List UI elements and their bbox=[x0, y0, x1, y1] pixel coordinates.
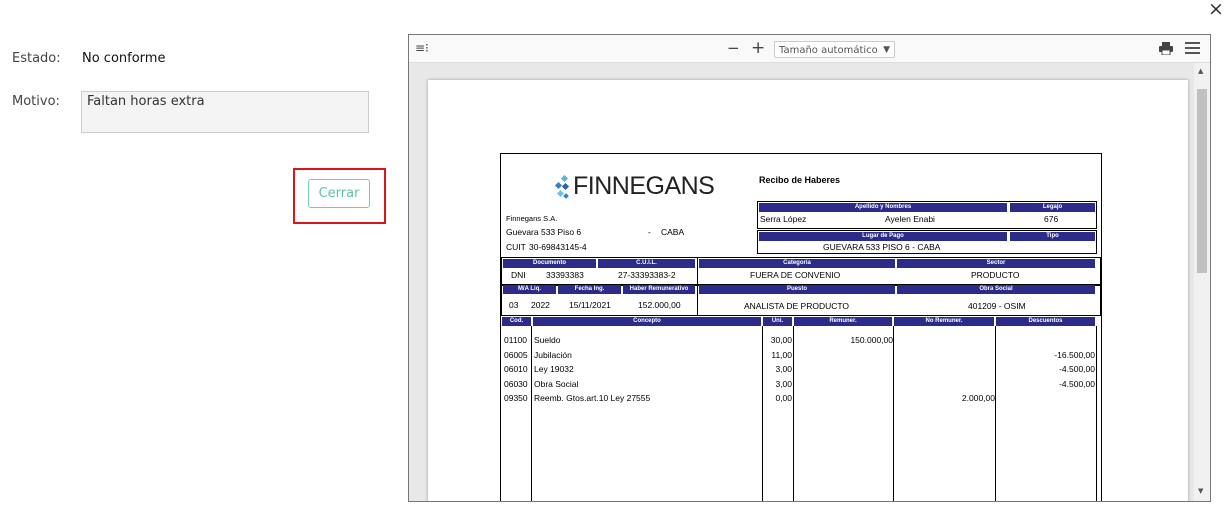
fecha-ingreso: 15/11/2021 bbox=[569, 300, 611, 310]
chevron-down-icon: ▼ bbox=[883, 45, 890, 55]
divider bbox=[531, 326, 532, 501]
header-fecha: Fecha Ing. bbox=[558, 285, 621, 294]
nombre: Ayelen Enabi bbox=[885, 214, 935, 224]
motivo-field[interactable]: Faltan horas extra bbox=[81, 91, 369, 133]
sector: PRODUCTO bbox=[971, 270, 1020, 280]
cell-cod: 06030 bbox=[504, 378, 528, 389]
cuit-value: 30-69843145-4 bbox=[529, 242, 587, 252]
receipt-title: Recibo de Haberes bbox=[759, 175, 841, 185]
print-icon[interactable] bbox=[1159, 42, 1173, 55]
header-sector: Sector bbox=[897, 259, 1095, 268]
menu-icon[interactable] bbox=[1185, 42, 1200, 54]
cell-cod: 06010 bbox=[504, 364, 528, 374]
pdf-page: FINNEGANS Recibo de Haberes Finnegans S.… bbox=[428, 80, 1188, 501]
header-haber: Haber Remunerativo bbox=[623, 285, 695, 294]
scroll-down-icon[interactable]: ▼ bbox=[1198, 487, 1203, 495]
company-name: Finnegans S.A. bbox=[506, 214, 558, 223]
cell-uni: 30,00 bbox=[770, 335, 792, 345]
categoria: FUERA DE CONVENIO bbox=[750, 270, 841, 280]
header-categoria: Categoría bbox=[699, 259, 895, 268]
col-remuner: Remuner. bbox=[794, 317, 892, 326]
anio: 2022 bbox=[531, 300, 550, 310]
cell-concepto: Sueldo bbox=[534, 335, 561, 345]
estado-label: Estado: bbox=[12, 51, 61, 66]
sidebar-toggle-icon[interactable]: ≡⁝ bbox=[415, 35, 429, 62]
cerrar-button[interactable]: Cerrar bbox=[308, 179, 370, 208]
col-descuentos: Descuentos bbox=[996, 317, 1095, 326]
lugar: GUEVARA 533 PISO 6 - CABA bbox=[823, 242, 941, 252]
header-puesto: Puesto bbox=[699, 285, 895, 294]
scroll-up-icon[interactable]: ▲ bbox=[1198, 67, 1203, 75]
header-apellido: Apellido y Nombres bbox=[759, 203, 1007, 212]
doc-tipo: DNI bbox=[511, 270, 526, 280]
company-city: CABA bbox=[661, 227, 685, 237]
doc-num: 33393383 bbox=[546, 270, 584, 280]
finnegans-logo-icon bbox=[554, 174, 570, 199]
cuil: 27-33393383-2 bbox=[618, 270, 676, 280]
divider bbox=[893, 326, 894, 501]
col-noremuner: No Remuner. bbox=[894, 317, 994, 326]
header-legajo: Legajo bbox=[1010, 203, 1095, 212]
cell-cod: 09350 bbox=[504, 393, 528, 403]
payslip: FINNEGANS Recibo de Haberes Finnegans S.… bbox=[500, 153, 1102, 501]
brand-name: FINNEGANS bbox=[573, 172, 715, 200]
legajo: 676 bbox=[1044, 214, 1059, 224]
col-uni: Uni. bbox=[763, 317, 792, 326]
header-documento: Documento bbox=[503, 259, 596, 268]
cell-desc: -16.500,00 bbox=[1054, 349, 1095, 360]
scroll-thumb[interactable] bbox=[1197, 89, 1207, 273]
pdf-viewer: ≡⁝ − + Tamaño automático ▼ FINNEGANS Rec… bbox=[408, 34, 1211, 502]
divider bbox=[793, 326, 794, 501]
mes: 03 bbox=[509, 300, 519, 310]
address-dash: - bbox=[648, 227, 651, 237]
zoom-out-icon[interactable]: − bbox=[727, 35, 740, 62]
cell-norem: 2.000,00 bbox=[961, 393, 995, 403]
divider bbox=[1096, 326, 1097, 501]
cell-concepto: Ley 19032 bbox=[534, 364, 574, 374]
cell-concepto: Obra Social bbox=[534, 378, 579, 389]
cell-rem: 150.000,00 bbox=[850, 335, 893, 345]
company-address: Guevara 533 Piso 6 bbox=[506, 227, 582, 237]
apellido: Serra López bbox=[760, 214, 807, 224]
divider bbox=[995, 326, 996, 501]
cell-uni: 3,00 bbox=[775, 364, 792, 374]
page-area[interactable]: FINNEGANS Recibo de Haberes Finnegans S.… bbox=[409, 63, 1194, 501]
motivo-label: Motivo: bbox=[12, 94, 60, 109]
cell-cod: 01100 bbox=[504, 335, 528, 345]
cell-cod: 06005 bbox=[504, 349, 528, 360]
cell-concepto: Reemb. Gtos.art.10 Ley 27555 bbox=[534, 393, 651, 403]
zoom-in-icon[interactable]: + bbox=[751, 35, 765, 62]
header-lugar: Lugar de Pago bbox=[759, 232, 1007, 241]
header-ma: M/A Liq. bbox=[503, 285, 556, 294]
viewer-toolbar: ≡⁝ − + Tamaño automático ▼ bbox=[409, 35, 1210, 63]
obra-social: 401209 - OSIM bbox=[968, 301, 1026, 311]
header-tipo: Tipo bbox=[1010, 232, 1095, 241]
divider bbox=[762, 326, 763, 501]
divider bbox=[697, 285, 698, 316]
cell-desc: -4.500,00 bbox=[1059, 378, 1095, 389]
col-cod: Cod. bbox=[502, 317, 531, 326]
cell-concepto: Jubilación bbox=[534, 349, 572, 360]
cell-uni: 3,00 bbox=[775, 378, 792, 389]
cuit-label: CUIT bbox=[506, 242, 526, 252]
cell-uni: 0,00 bbox=[775, 393, 792, 403]
close-icon[interactable]: × bbox=[1207, 0, 1225, 19]
header-cuil: C.U.I.L. bbox=[598, 259, 695, 268]
divider bbox=[697, 257, 698, 285]
header-obra: Obra Social bbox=[897, 285, 1095, 294]
vertical-scrollbar[interactable]: ▲ ▼ bbox=[1194, 63, 1210, 501]
zoom-select[interactable]: Tamaño automático ▼ bbox=[774, 41, 895, 58]
col-concepto: Concepto bbox=[533, 317, 761, 326]
zoom-value: Tamaño automático bbox=[779, 45, 878, 56]
cell-desc: -4.500,00 bbox=[1059, 364, 1095, 374]
puesto: ANALISTA DE PRODUCTO bbox=[744, 301, 850, 311]
cell-uni: 11,00 bbox=[771, 349, 792, 360]
haber: 152.000,00 bbox=[638, 300, 681, 310]
estado-value: No conforme bbox=[82, 51, 166, 66]
